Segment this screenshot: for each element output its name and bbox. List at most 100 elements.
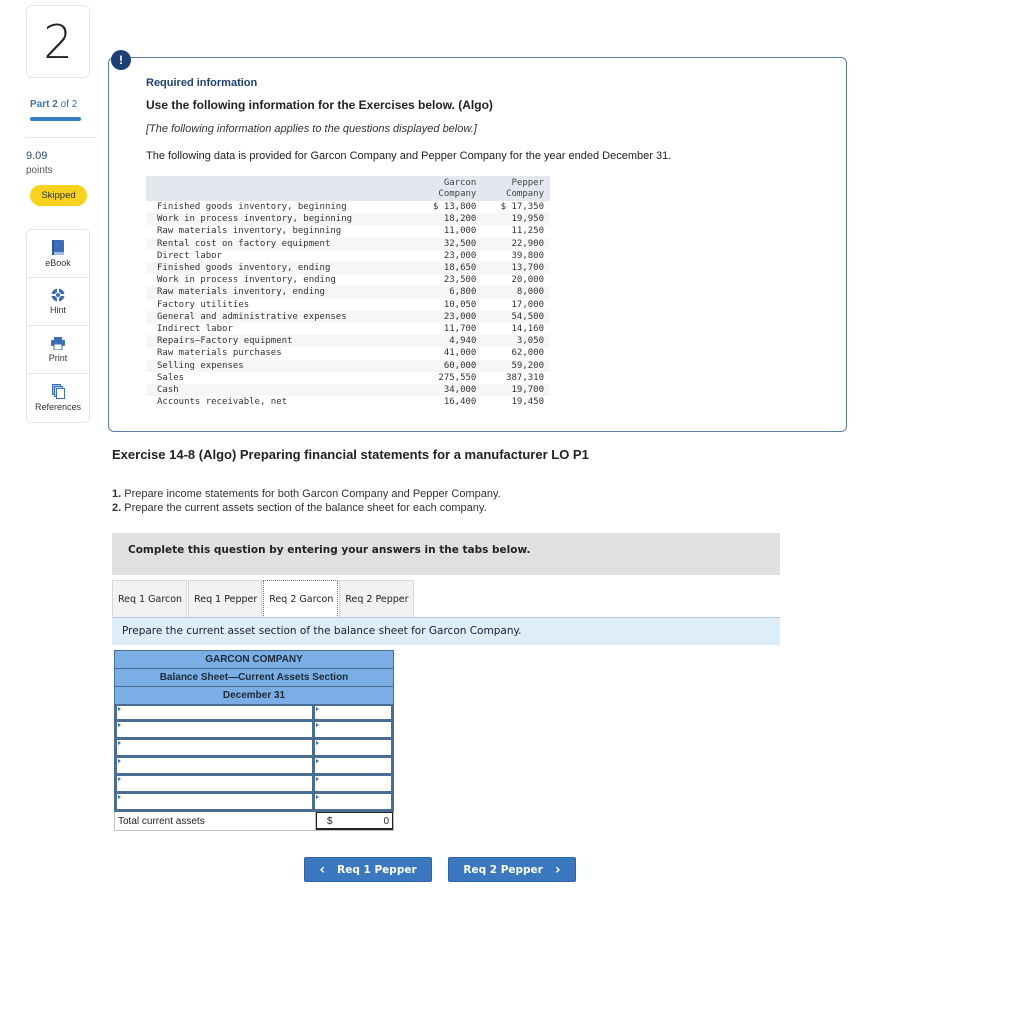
bs-date: December 31	[114, 686, 394, 704]
total-value: 0	[383, 816, 389, 827]
tab-req1-garcon[interactable]: Req 1 Garcon	[112, 580, 188, 617]
account-name-input[interactable]	[117, 779, 312, 794]
ebook-label: eBook	[45, 257, 71, 268]
row-label: Finished goods inventory, beginning	[157, 202, 347, 212]
amount-input[interactable]	[315, 779, 391, 794]
documents-icon	[51, 384, 65, 399]
row-label: Raw materials inventory, ending	[146, 286, 415, 299]
row-label: Raw materials purchases	[157, 348, 282, 359]
account-name-input[interactable]	[117, 761, 312, 776]
account-name-input[interactable]	[117, 797, 312, 812]
table-row: Indirect labor 11,700 14,160	[146, 323, 550, 335]
item-text: Prepare the current assets section of th…	[124, 502, 487, 514]
pepper-value: 17,000	[511, 299, 544, 310]
tab-req2-pepper[interactable]: Req 2 Pepper	[339, 580, 414, 617]
chevron-right-icon: ›	[554, 861, 561, 878]
dropdown-indicator-icon	[118, 795, 121, 799]
header-pepper-line2: Company	[506, 189, 544, 199]
pepper-value: 54,500	[482, 310, 550, 324]
account-name-input[interactable]	[117, 743, 312, 758]
chevron-left-icon: ‹	[319, 861, 326, 878]
bs-amount-cell	[315, 740, 393, 758]
bs-amount-cell	[315, 722, 393, 740]
table-row: Cash 34,000 19,700	[146, 384, 550, 397]
header-pepper: Pepper Company	[482, 176, 550, 201]
garcon-value: 60,000	[414, 359, 483, 372]
dropdown-indicator-icon	[316, 741, 319, 745]
applies-note: [The following information applies to th…	[146, 123, 477, 135]
pepper-value: 62,000	[511, 348, 544, 359]
bs-account-cell	[115, 794, 315, 812]
garcon-value: 18,650	[414, 262, 483, 275]
exercise-item: 1. Prepare income statements for both Ga…	[112, 488, 501, 500]
garcon-value: 23,000	[414, 310, 483, 324]
info-title: Use the following information for the Ex…	[146, 98, 493, 112]
table-row: Raw materials purchases 41,000 62,000	[146, 347, 550, 359]
references-button[interactable]: References	[27, 374, 89, 422]
points-value: 9.09	[26, 150, 48, 162]
part-progress-bar	[30, 117, 81, 121]
bs-account-cell	[115, 776, 315, 794]
header-garcon-line2: Company	[438, 189, 477, 199]
lifebuoy-icon	[51, 288, 65, 302]
pepper-value: 3,050	[482, 335, 550, 348]
amount-input[interactable]	[315, 761, 391, 776]
bs-account-cell	[115, 740, 315, 758]
requirement-tabs: Req 1 Garcon Req 1 Pepper Req 2 Garcon R…	[112, 580, 415, 618]
amount-input[interactable]	[315, 725, 391, 740]
bs-company-name: GARCON COMPANY	[114, 650, 394, 668]
table-row: Rental cost on factory equipment 32,500 22…	[146, 237, 550, 250]
garcon-value: 275,550	[438, 372, 477, 383]
company-data-table: Garcon Company Pepper Company Finished goo…	[146, 176, 550, 408]
row-label: General and administrative expenses	[146, 310, 415, 324]
garcon-value: 16,400	[443, 397, 477, 408]
bs-amount-cell	[315, 776, 393, 794]
garcon-value: 41,000	[443, 348, 477, 359]
amount-input[interactable]	[315, 797, 391, 812]
prev-req-button[interactable]: ‹ Req 1 Pepper	[304, 857, 432, 882]
table-row: Direct labor 23,000 39,800	[146, 250, 550, 262]
header-pepper-line1: Pepper	[511, 178, 544, 188]
row-label: Factory utilities	[157, 299, 250, 310]
points-label: points	[26, 165, 53, 176]
garcon-value: 4,940	[414, 335, 483, 348]
pepper-value: 11,250	[511, 226, 544, 237]
bs-account-cell	[115, 722, 315, 740]
total-label: Total current assets	[115, 812, 316, 830]
tab-instruction: Prepare the current asset section of the…	[112, 617, 780, 645]
table-row: Finished goods inventory, ending 18,650 13…	[146, 262, 550, 275]
balance-sheet-table: GARCON COMPANY Balance Sheet—Current Ass…	[114, 650, 394, 831]
row-label: Raw materials inventory, beginning	[157, 226, 342, 237]
pepper-value: 19,700	[482, 384, 550, 397]
dropdown-indicator-icon	[316, 759, 319, 763]
next-label: Req 2 Pepper	[463, 863, 543, 876]
row-label: Work in process inventory, ending	[157, 275, 336, 286]
bs-account-cell	[115, 706, 315, 723]
table-row: Work in process inventory, ending 23,500 2…	[146, 274, 550, 286]
pepper-value: $ 17,350	[500, 202, 544, 212]
bs-amount-cell	[315, 706, 393, 723]
table-row: Accounts receivable, net 16,400 19,450	[146, 396, 550, 408]
references-label: References	[34, 402, 82, 412]
bs-total-row: Total current assets $ 0	[114, 812, 394, 831]
print-button[interactable]: Print	[27, 326, 89, 374]
pepper-value: 39,800	[511, 250, 544, 261]
ebook-button[interactable]: eBook	[27, 230, 89, 278]
complete-instruction-bar: Complete this question by entering your …	[112, 533, 780, 575]
amount-input[interactable]	[315, 743, 391, 758]
print-label: Print	[48, 352, 68, 363]
garcon-value: 18,200	[414, 213, 483, 226]
garcon-value: 23,000	[443, 250, 477, 261]
tab-req2-garcon[interactable]: Req 2 Garcon	[263, 580, 339, 618]
table-row: Factory utilities 10,050 17,000	[146, 299, 550, 311]
pepper-value: 387,310	[506, 372, 544, 383]
part-label: Part 2	[30, 99, 58, 110]
table-row: Repairs—Factory equipment 4,940 3,050	[146, 335, 550, 348]
printer-icon	[51, 336, 65, 350]
rail-divider	[25, 137, 97, 138]
account-name-input[interactable]	[117, 725, 312, 740]
tab-req1-pepper[interactable]: Req 1 Pepper	[188, 580, 263, 617]
table-row: General and administrative expenses 23,00…	[146, 310, 550, 324]
next-req-button[interactable]: Req 2 Pepper ›	[448, 857, 576, 882]
hint-button[interactable]: Hint	[27, 278, 89, 326]
